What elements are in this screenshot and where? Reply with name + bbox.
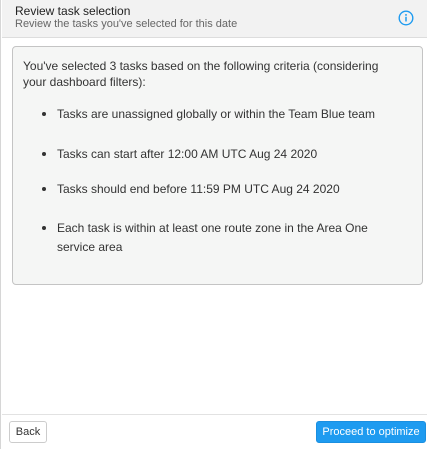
criteria-text: Tasks are unassigned globally or within … [57, 107, 375, 121]
review-task-panel: Review task selection Review the tasks y… [0, 0, 427, 449]
info-circle-icon [398, 10, 414, 26]
criteria-summary-box: You've selected 3 tasks based on the fol… [12, 46, 423, 285]
bullet-icon [42, 112, 46, 116]
bullet-icon [42, 152, 46, 156]
criteria-item: Each task is within at least one route z… [42, 219, 403, 257]
bullet-icon [42, 187, 46, 191]
criteria-text: Each task is within at least one route z… [57, 221, 368, 254]
proceed-to-optimize-button[interactable]: Proceed to optimize [316, 421, 426, 443]
panel-subtitle: Review the tasks you've selected for thi… [15, 18, 238, 30]
back-button[interactable]: Back [9, 421, 47, 443]
summary-intro: You've selected 3 tasks based on the fol… [23, 59, 379, 89]
criteria-text: Tasks can start after 12:00 AM UTC Aug 2… [57, 147, 318, 161]
bullet-icon [42, 226, 46, 230]
criteria-item: Tasks should end before 11:59 PM UTC Aug… [42, 180, 403, 199]
panel-header: Review task selection Review the tasks y… [2, 0, 427, 38]
info-button[interactable] [398, 10, 414, 26]
criteria-item: Tasks can start after 12:00 AM UTC Aug 2… [42, 145, 403, 164]
panel-title: Review task selection [15, 4, 131, 18]
criteria-item: Tasks are unassigned globally or within … [42, 105, 403, 124]
criteria-text: Tasks should end before 11:59 PM UTC Aug… [57, 182, 340, 196]
